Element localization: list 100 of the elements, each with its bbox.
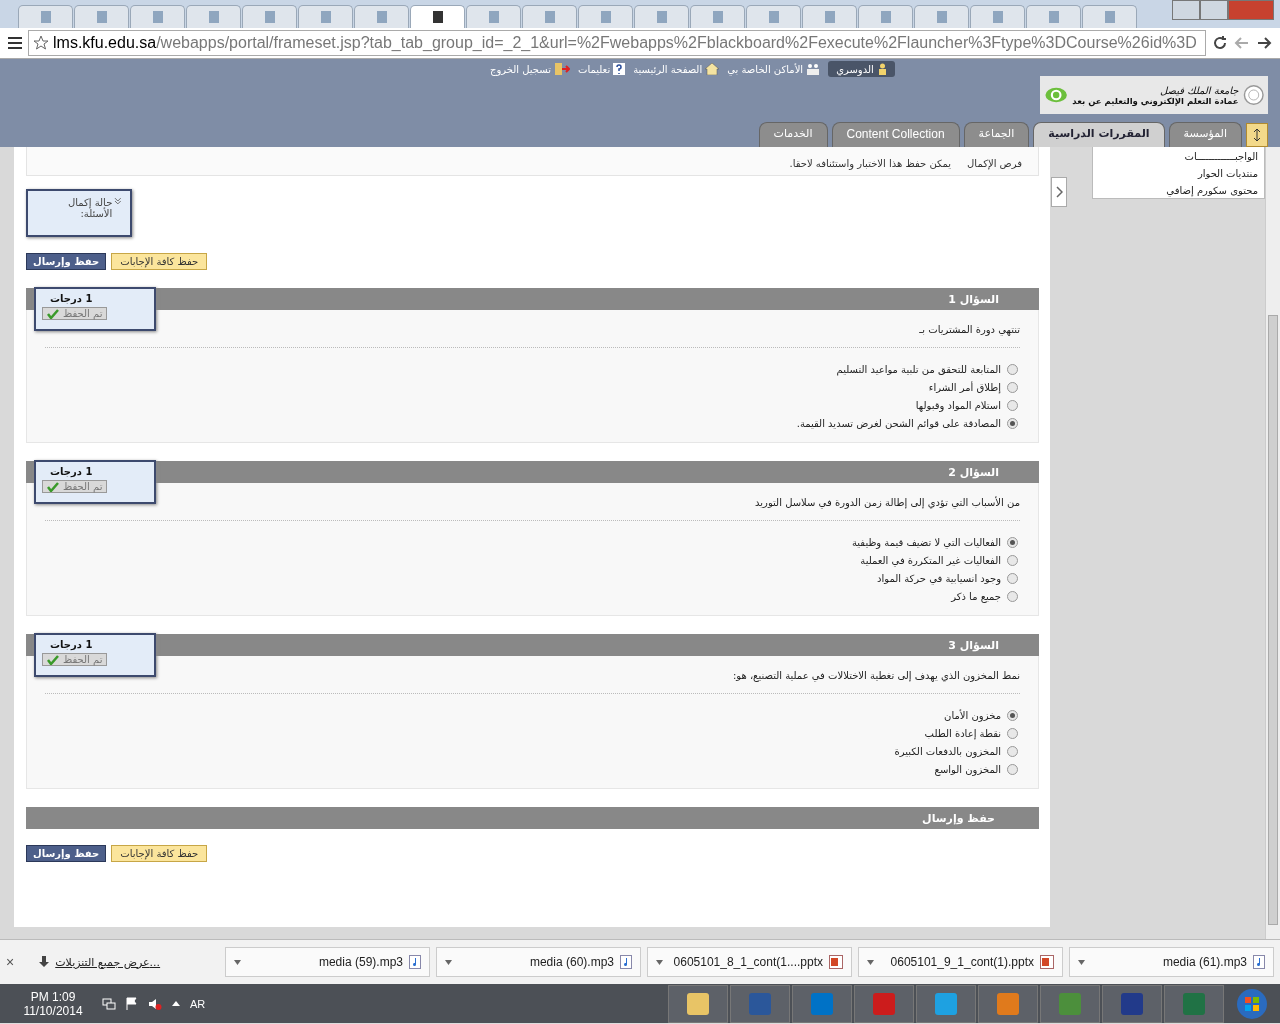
sidebar-link[interactable]: الواجبـــــــــــــات: [1099, 151, 1258, 162]
radio-button[interactable]: [1007, 709, 1018, 721]
network-icon[interactable]: [102, 996, 116, 1011]
radio-button[interactable]: [1007, 590, 1018, 602]
download-item[interactable]: 0605101_9_1_cont(1).pptx: [858, 947, 1063, 977]
page-icon: [1102, 10, 1117, 24]
download-item[interactable]: media (61).mp3: [1069, 947, 1274, 977]
save-all-button[interactable]: حفظ كافة الإجابات: [111, 253, 208, 270]
answer-option: المخزون بالدفعات الكبيرة: [894, 745, 1001, 757]
radio-button[interactable]: [1007, 572, 1018, 584]
flag-icon[interactable]: [126, 996, 138, 1011]
radio-button[interactable]: [1007, 381, 1018, 393]
chevron-icon: [114, 197, 122, 205]
taskbar-app-button[interactable]: [668, 984, 728, 1023]
page-icon: [486, 10, 501, 24]
page-icon: [822, 10, 837, 24]
answer-option: مخزون الأمان: [944, 709, 1001, 721]
answer-option: المصادقة على قوائم الشحن لغرض تسديد القيمة.: [796, 417, 1001, 429]
download-item[interactable]: 0605101_8_1_cont(1....pptx: [647, 947, 852, 977]
scrollbar[interactable]: [1265, 147, 1280, 939]
panel-toggle-button[interactable]: [1051, 177, 1067, 207]
app-icon: [747, 990, 773, 1017]
points-label: 1 درجات: [50, 639, 93, 650]
radio-button[interactable]: [1007, 727, 1018, 739]
radio-button[interactable]: [1007, 745, 1018, 757]
answer-option: الفعاليات غير المتكررة في العملية: [860, 554, 1001, 566]
download-item[interactable]: media (60).mp3: [436, 947, 641, 977]
taskbar-app-button[interactable]: [1102, 984, 1162, 1023]
answer-option: الفعاليات التي لا تضيف قيمة وظيفية: [851, 536, 1001, 548]
taskbar-app-button[interactable]: [978, 984, 1038, 1023]
radio-button[interactable]: [1007, 554, 1018, 566]
star-icon[interactable]: [33, 35, 49, 51]
saved-status: تم الحفظ: [42, 307, 108, 320]
checkmark-icon: [47, 654, 59, 665]
help-icon: [613, 63, 626, 75]
maximize-button[interactable]: [1200, 0, 1228, 20]
clock-time[interactable]: PM 1:09: [8, 989, 98, 1004]
page-icon: [262, 10, 277, 24]
user-menu[interactable]: الدوسري: [828, 61, 895, 77]
radio-button[interactable]: [1007, 363, 1018, 375]
page-icon: [150, 10, 165, 24]
minimize-button[interactable]: [1172, 0, 1200, 20]
expand-button[interactable]: [1246, 123, 1268, 147]
clock-date[interactable]: 11/10/2014: [8, 1003, 98, 1018]
answer-option: وجود انسيابية في حركة المواد: [877, 572, 1001, 584]
sidebar-link[interactable]: محتوى سكورم إضافي: [1099, 185, 1258, 196]
points-label: 1 درجات: [50, 466, 93, 477]
radio-button[interactable]: [1007, 399, 1018, 411]
caret-up-icon[interactable]: [172, 1001, 180, 1006]
submit-button[interactable]: حفظ وإرسال: [26, 845, 107, 862]
answer-option: جميع ما ذكر: [951, 590, 1001, 602]
radio-button[interactable]: [1007, 536, 1018, 548]
app-icon: [871, 990, 897, 1017]
radio-button[interactable]: [1007, 763, 1018, 775]
taskbar-app-button[interactable]: [1040, 984, 1100, 1023]
app-icon: [809, 990, 835, 1017]
radio-button[interactable]: [1007, 417, 1018, 429]
back-arrow-icon[interactable]: [1234, 35, 1250, 51]
person-icon: [877, 63, 887, 75]
muted-speaker-icon[interactable]: [148, 996, 162, 1011]
navigation-tab[interactable]: المقررات الدراسية: [1033, 122, 1165, 147]
language-indicator[interactable]: AR: [190, 997, 206, 1010]
page-icon: [598, 10, 613, 24]
answer-option: المتابعة للتحقق من تلبية مواعيد التسليم: [836, 363, 1001, 375]
forward-arrow-icon[interactable]: [1256, 35, 1272, 51]
completion-status-panel[interactable]: حالة إكمال الأسئلة:: [26, 189, 132, 237]
menu-icon[interactable]: [8, 37, 22, 49]
download-item[interactable]: media (59).mp3: [225, 947, 430, 977]
answer-option: إطلاق أمر الشراء: [928, 381, 1001, 393]
dropdown-caret-icon[interactable]: [445, 959, 452, 965]
page-icon: [1046, 10, 1061, 24]
dropdown-caret-icon[interactable]: [867, 959, 874, 965]
sidebar-link[interactable]: منتديات الحوار: [1099, 168, 1258, 179]
download-arrow-icon: [39, 956, 50, 968]
show-all-downloads-link[interactable]: عرض جميع التنزيلات...: [39, 955, 219, 969]
submit-button[interactable]: حفظ وإرسال: [26, 253, 107, 270]
page-icon: [766, 10, 781, 24]
save-all-button[interactable]: حفظ كافة الإجابات: [111, 845, 208, 862]
dropdown-caret-icon[interactable]: [1078, 959, 1085, 965]
presentation-file-icon: [1040, 955, 1054, 969]
reload-icon[interactable]: [1212, 35, 1228, 51]
page-icon: [990, 10, 1005, 24]
app-icon: [933, 990, 959, 1017]
app-icon: [1181, 990, 1207, 1017]
home-icon: [705, 63, 720, 75]
audio-file-icon: [620, 955, 632, 969]
saved-status: تم الحفظ: [42, 653, 108, 666]
dropdown-caret-icon[interactable]: [656, 959, 663, 965]
address-field[interactable]: lms.kfu.edu.sa/webapps/portal/frameset.jsp?tab_tab_group_id=_2_1&url=%2Fwebapps%2Fblackboard%2Fexecute%2Flauncher%3Ftype%3DCourse%26id%3D: [28, 30, 1206, 56]
taskbar-app-button[interactable]: [916, 984, 976, 1023]
app-icon: [995, 990, 1021, 1017]
app-icon: [1119, 990, 1145, 1017]
checkmark-icon: [47, 481, 59, 492]
people-icon: [806, 63, 821, 75]
page-icon: [206, 10, 221, 24]
close-button[interactable]: ×: [6, 954, 20, 970]
dropdown-caret-icon[interactable]: [234, 959, 241, 965]
answer-option: نقطة إعادة الطلب: [924, 727, 1001, 739]
browser-tab[interactable]: [410, 5, 465, 28]
logout-icon: [554, 63, 570, 75]
